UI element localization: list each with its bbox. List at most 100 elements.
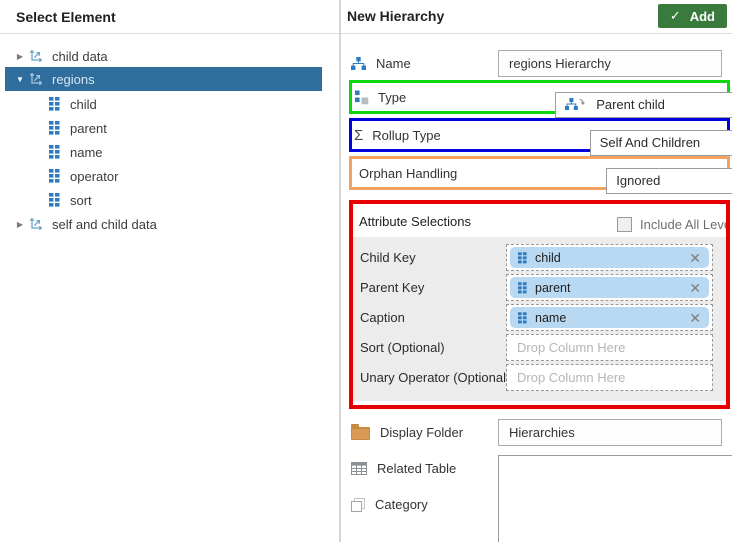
orphan-handling-label: Orphan Handling	[359, 166, 457, 181]
drop-column-placeholder: Drop Column Here	[507, 370, 625, 385]
column-icon	[49, 97, 60, 111]
drop-column-placeholder: Drop Column Here	[507, 340, 625, 355]
display-folder-input[interactable]	[498, 419, 722, 446]
rollup-type-label: Rollup Type	[372, 128, 440, 143]
check-icon	[670, 8, 681, 24]
chevron-right-icon[interactable]	[14, 52, 26, 61]
tree-item-sort-column[interactable]: sort	[0, 188, 322, 212]
tree-item-child-data[interactable]: child data	[0, 44, 322, 68]
display-folder-label: Display Folder	[380, 425, 463, 440]
related-table-row: Related Table	[351, 455, 456, 482]
page-title: New Hierarchy	[347, 8, 444, 24]
column-icon	[518, 252, 527, 264]
include-all-level-label: Include All Level	[640, 217, 730, 232]
child-key-dropzone[interactable]: child	[506, 244, 713, 271]
chevron-down-icon[interactable]	[14, 75, 26, 84]
column-icon	[49, 169, 60, 183]
sort-row: Sort (Optional) Drop Column Here	[353, 334, 726, 361]
tree-item-operator-column[interactable]: operator	[0, 164, 322, 188]
tree-item-label: sort	[70, 193, 92, 208]
tree-item-name-column[interactable]: name	[0, 140, 322, 164]
related-table-label: Related Table	[377, 461, 456, 476]
chip-label: name	[535, 311, 566, 325]
tree-item-regions[interactable]: regions	[5, 67, 322, 91]
tree-item-parent-column[interactable]: parent	[0, 116, 322, 140]
table-icon	[28, 216, 44, 232]
type-row-annotation-green: Type Parent child	[349, 80, 730, 114]
tree-item-label: self and child data	[52, 217, 157, 232]
remove-icon[interactable]	[689, 281, 701, 295]
parent-child-icon	[565, 97, 585, 112]
name-row: Name	[351, 50, 411, 77]
table-grid-icon	[351, 462, 367, 475]
attribute-selections-title: Attribute Selections	[359, 214, 471, 229]
attribute-selections-annotation-red: Attribute Selections Include All Level C…	[349, 200, 730, 409]
caption-dropzone[interactable]: name	[506, 304, 713, 331]
unary-operator-label: Unary Operator (Optional)	[360, 370, 510, 385]
tree-item-label: child	[70, 97, 97, 112]
type-dropdown[interactable]: Parent child	[555, 92, 732, 118]
remove-icon[interactable]	[689, 251, 701, 265]
column-icon	[49, 121, 60, 135]
tree-item-label: parent	[70, 121, 107, 136]
parent-key-dropzone[interactable]: parent	[506, 274, 713, 301]
chevron-right-icon[interactable]	[14, 220, 26, 229]
tree-item-child-column[interactable]: child	[0, 92, 322, 116]
add-button[interactable]: Add	[658, 4, 727, 28]
name-label: Name	[376, 56, 411, 71]
tree-item-self-and-child-data[interactable]: self and child data	[0, 212, 322, 236]
parent-key-label: Parent Key	[360, 280, 424, 295]
attribute-selections-body: Child Key child	[353, 237, 726, 401]
rollup-row-annotation-blue: Rollup Type Self And Children	[349, 118, 730, 152]
tree-item-label: regions	[52, 72, 95, 87]
related-table-dropdown[interactable]: regions	[498, 455, 732, 542]
include-all-level-checkbox[interactable]	[617, 217, 632, 232]
unary-operator-dropzone[interactable]: Drop Column Here	[506, 364, 713, 391]
hierarchy-type-icon	[354, 90, 369, 105]
folder-icon	[351, 425, 370, 440]
caption-label: Caption	[360, 310, 405, 325]
caption-row: Caption name	[353, 304, 726, 331]
child-key-row: Child Key child	[353, 244, 726, 271]
category-label: Category	[375, 497, 428, 512]
name-field-wrap	[498, 50, 722, 77]
rollup-type-value: Self And Children	[600, 135, 700, 150]
column-icon	[49, 145, 60, 159]
include-all-level-option: Include All Level	[617, 217, 730, 232]
sort-dropzone[interactable]: Drop Column Here	[506, 334, 713, 361]
orphan-row-annotation-orange: Orphan Handling Ignored	[349, 156, 730, 190]
chip-label: parent	[535, 281, 570, 295]
unary-operator-row: Unary Operator (Optional) Drop Column He…	[353, 364, 726, 391]
table-icon	[28, 71, 44, 87]
tree-item-label: child data	[52, 49, 108, 64]
caption-chip[interactable]: name	[510, 307, 709, 328]
column-icon	[518, 282, 527, 294]
parent-key-row: Parent Key parent	[353, 274, 726, 301]
display-folder-row: Display Folder	[351, 419, 463, 446]
left-header-divider	[0, 33, 339, 34]
chip-label: child	[535, 251, 561, 265]
type-value: Parent child	[596, 97, 665, 112]
column-icon	[518, 312, 527, 324]
table-icon	[28, 48, 44, 64]
left-panel-title: Select Element	[16, 9, 116, 25]
tree-item-label: operator	[70, 169, 118, 184]
new-hierarchy-panel: New Hierarchy Add Name	[341, 0, 732, 542]
parent-key-chip[interactable]: parent	[510, 277, 709, 298]
select-element-panel: Select Element child data regions	[0, 0, 339, 542]
add-button-label: Add	[690, 9, 715, 24]
orphan-handling-value: Ignored	[616, 173, 660, 188]
child-key-chip[interactable]: child	[510, 247, 709, 268]
hierarchy-editor-window: Select Element child data regions	[0, 0, 732, 542]
column-icon	[49, 193, 60, 207]
orphan-handling-dropdown[interactable]: Ignored	[606, 168, 732, 194]
hierarchy-icon	[351, 57, 366, 71]
type-label: Type	[378, 90, 406, 105]
tree-item-label: name	[70, 145, 103, 160]
remove-icon[interactable]	[689, 311, 701, 325]
sort-label: Sort (Optional)	[360, 340, 445, 355]
sigma-icon	[354, 127, 363, 144]
child-key-label: Child Key	[360, 250, 416, 265]
name-input[interactable]	[498, 50, 722, 77]
rollup-type-dropdown[interactable]: Self And Children	[590, 130, 732, 156]
